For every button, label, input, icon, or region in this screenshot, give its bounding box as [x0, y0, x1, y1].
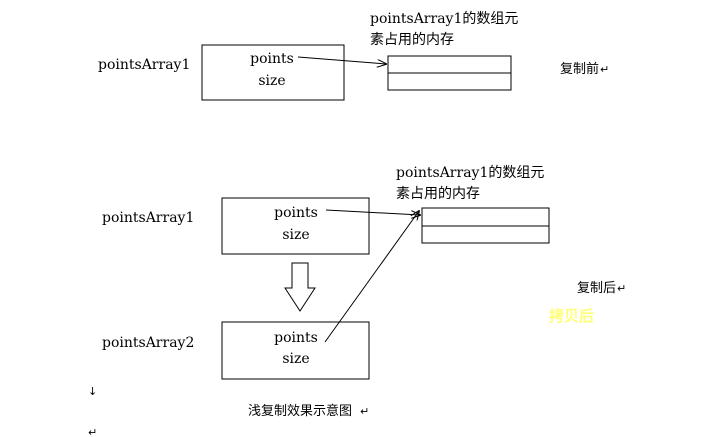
- after-memory-note-line1: pointsArray1的数组元: [396, 165, 544, 181]
- para-mark-end: ↵: [88, 426, 97, 437]
- before-memory-note-line1: pointsArray1的数组元: [370, 11, 518, 27]
- before-para-mark: ↵: [600, 63, 609, 76]
- diagram-canvas: pointsArray1 points size pointsArray1的数组…: [0, 0, 723, 437]
- shallow-copy-diagram: pointsArray1 points size pointsArray1的数组…: [88, 11, 626, 437]
- after-state-label: 复制后: [577, 281, 616, 296]
- after-var1-label: pointsArray1: [102, 210, 194, 226]
- before-state-label: 复制前: [560, 61, 599, 77]
- caption-para-mark: ↵: [360, 405, 369, 418]
- after-para-mark: ↵: [617, 282, 626, 295]
- para-mark-down: ↓: [88, 385, 97, 398]
- after-field-size: size: [282, 227, 309, 243]
- before-field-points: points: [250, 51, 294, 67]
- before-var-label: pointsArray1: [98, 57, 190, 73]
- diagram-caption: 浅复制效果示意图: [248, 403, 352, 419]
- copy-down-arrow-icon: [284, 262, 316, 312]
- watermark-text: 拷贝后: [549, 307, 594, 325]
- before-field-size: size: [258, 73, 285, 89]
- before-memory-note-line2: 素占用的内存: [370, 32, 454, 48]
- after-field-size2: size: [282, 351, 309, 367]
- after-var2-label: pointsArray2: [102, 335, 194, 351]
- after-field-points2: points: [274, 330, 318, 346]
- after-memory-note-line2: 素占用的内存: [396, 186, 480, 202]
- after-field-points: points: [274, 205, 318, 221]
